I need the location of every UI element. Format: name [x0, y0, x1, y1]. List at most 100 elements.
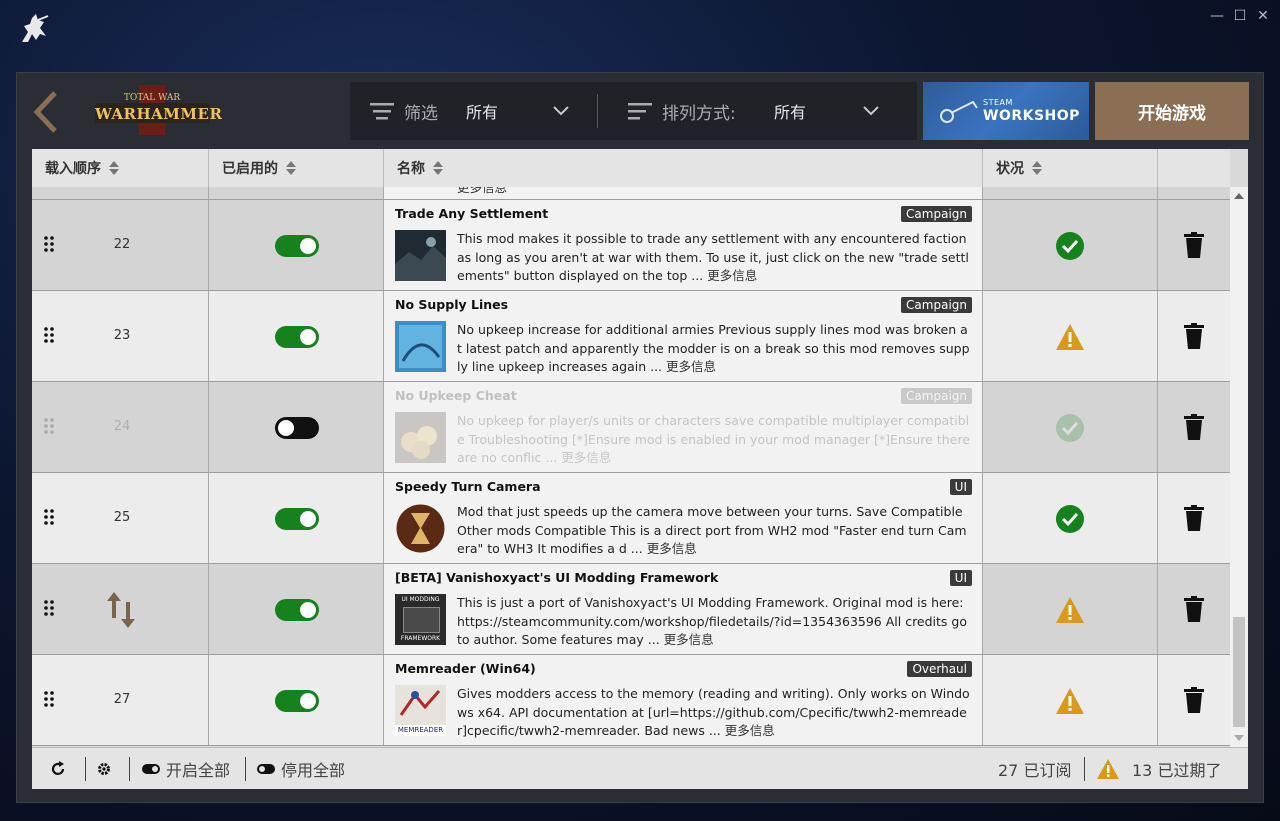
- table-header: 载入顺序 已启用的 名称 状况: [32, 149, 1230, 187]
- subscribed-count: 27 已订阅: [998, 760, 1072, 780]
- drag-handle-icon[interactable]: [44, 327, 54, 343]
- category-tag: UI: [949, 570, 972, 586]
- delete-cell: [1158, 291, 1230, 381]
- name-cell: [BETA] Vanishoxyact's UI Modding Framewo…: [384, 564, 983, 654]
- close-button[interactable]: ✕: [1255, 8, 1271, 24]
- refresh-icon: [51, 760, 65, 775]
- filter-separator: [597, 94, 598, 128]
- toggle-knob: [300, 238, 316, 254]
- play-button[interactable]: 开始游戏: [1095, 82, 1249, 140]
- order-cell: 22: [32, 200, 209, 290]
- status-cell: [983, 473, 1158, 563]
- sort-dropdown[interactable]: 排列方式: 所有: [628, 82, 898, 140]
- disable-all-button[interactable]: 停用全部: [257, 748, 345, 789]
- more-info-link[interactable]: 更多信息: [457, 187, 507, 196]
- mod-table: 载入顺序 已启用的 名称 状况 更多信息 22 Trade Any Settle…: [32, 149, 1248, 747]
- sort-lines-icon: [628, 103, 652, 120]
- column-status-header[interactable]: 状况: [983, 149, 1158, 187]
- mod-title: Memreader (Win64): [395, 661, 536, 676]
- drag-handle-icon[interactable]: [44, 600, 54, 616]
- horseman-logo-icon: [22, 14, 49, 42]
- more-info-link[interactable]: 更多信息: [707, 268, 757, 283]
- toggle-knob: [300, 602, 316, 618]
- column-enabled-label: 已启用的: [222, 161, 278, 177]
- outdated-count-group: 13 已过期了: [1096, 748, 1221, 789]
- column-order-header[interactable]: 载入顺序: [32, 149, 209, 187]
- enable-toggle[interactable]: [275, 235, 319, 257]
- status-cell: [983, 564, 1158, 654]
- sort-arrows-icon: [286, 161, 296, 175]
- check-circle-icon: [1056, 505, 1084, 533]
- delete-cell: [1158, 187, 1230, 199]
- enable-toggle[interactable]: [275, 508, 319, 530]
- column-name-label: 名称: [397, 161, 425, 177]
- check-circle-icon: [1056, 414, 1084, 442]
- filter-icon: [370, 103, 394, 120]
- trash-icon[interactable]: [1184, 414, 1204, 440]
- more-info-link[interactable]: 更多信息: [664, 632, 714, 647]
- scrollbar-thumb[interactable]: [1233, 617, 1245, 727]
- chevron-down-icon: [863, 106, 879, 116]
- status-cell: [983, 187, 1158, 199]
- refresh-button[interactable]: [50, 748, 66, 789]
- back-arrow-icon[interactable]: [31, 91, 61, 133]
- title-bar: — ☐ ✕: [0, 0, 1280, 60]
- maximize-button[interactable]: ☐: [1232, 8, 1248, 24]
- thumb-text-top: UI MODDING: [401, 596, 440, 603]
- order-cell: 25: [32, 473, 209, 563]
- drag-handle-icon[interactable]: [44, 509, 54, 525]
- more-info-link[interactable]: 更多信息: [725, 723, 775, 738]
- steam-workshop-button[interactable]: STEAM WORKSHOP: [923, 82, 1089, 140]
- sort-arrows-icon: [1032, 161, 1042, 175]
- enable-toggle[interactable]: [275, 690, 319, 712]
- drag-handle-icon[interactable]: [44, 236, 54, 252]
- trash-icon[interactable]: [1184, 232, 1204, 258]
- column-enabled-header[interactable]: 已启用的: [209, 149, 384, 187]
- category-tag: UI: [949, 479, 972, 495]
- more-info-link[interactable]: 更多信息: [561, 450, 611, 465]
- more-info-link[interactable]: 更多信息: [666, 359, 716, 374]
- trash-icon[interactable]: [1184, 596, 1204, 622]
- sort-arrows-icon: [433, 161, 443, 175]
- filter-value: 所有: [466, 103, 499, 122]
- enable-toggle[interactable]: [275, 417, 319, 439]
- enable-all-button[interactable]: 开启全部: [142, 748, 230, 789]
- mod-description: This mod makes it possible to trade any …: [457, 230, 972, 286]
- drag-handle-icon[interactable]: [44, 418, 54, 434]
- trash-icon[interactable]: [1184, 505, 1204, 531]
- hourglass-thumbnail: [395, 503, 446, 554]
- scroll-up-icon[interactable]: [1234, 193, 1244, 199]
- filter-dropdown[interactable]: 筛选 所有: [370, 82, 580, 140]
- disable-all-label: 停用全部: [281, 760, 346, 780]
- warning-icon: [1056, 597, 1084, 623]
- minimize-button[interactable]: —: [1209, 8, 1225, 24]
- warning-icon: [1056, 688, 1084, 714]
- enable-toggle[interactable]: [275, 599, 319, 621]
- table-row: 27 Memreader (Win64) Overhaul MEMREADER …: [32, 655, 1230, 746]
- table-scrollbar[interactable]: [1230, 187, 1248, 747]
- settings-button[interactable]: [97, 748, 111, 789]
- enabled-cell: [209, 200, 384, 290]
- workshop-small-label: STEAM: [983, 98, 1013, 107]
- warning-icon: [1097, 758, 1119, 779]
- trash-icon[interactable]: [1184, 323, 1204, 349]
- footer-separator: [129, 757, 130, 781]
- delete-cell: [1158, 473, 1230, 563]
- description-text: Gives modders access to the memory (read…: [457, 686, 970, 738]
- status-cell: [983, 382, 1158, 472]
- column-order-label: 载入顺序: [45, 161, 101, 177]
- column-name-header[interactable]: 名称: [384, 149, 983, 187]
- workshop-label: WORKSHOP: [983, 108, 1080, 124]
- delete-cell: [1158, 382, 1230, 472]
- reorder-arrows-icon[interactable]: [106, 590, 136, 630]
- drag-handle-icon[interactable]: [44, 691, 54, 707]
- toggle-knob: [278, 420, 294, 436]
- enable-toggle[interactable]: [275, 326, 319, 348]
- filter-bar: 筛选 所有 排列方式: 所有: [350, 82, 917, 140]
- trash-icon[interactable]: [1184, 687, 1204, 713]
- memreader-thumbnail: MEMREADER: [395, 685, 446, 736]
- category-tag: Overhaul: [907, 661, 972, 677]
- scroll-down-icon[interactable]: [1234, 735, 1244, 741]
- more-info-link[interactable]: 更多信息: [647, 541, 697, 556]
- ui-modding-framework-thumbnail: UI MODDING FRAMEWORK: [395, 594, 446, 645]
